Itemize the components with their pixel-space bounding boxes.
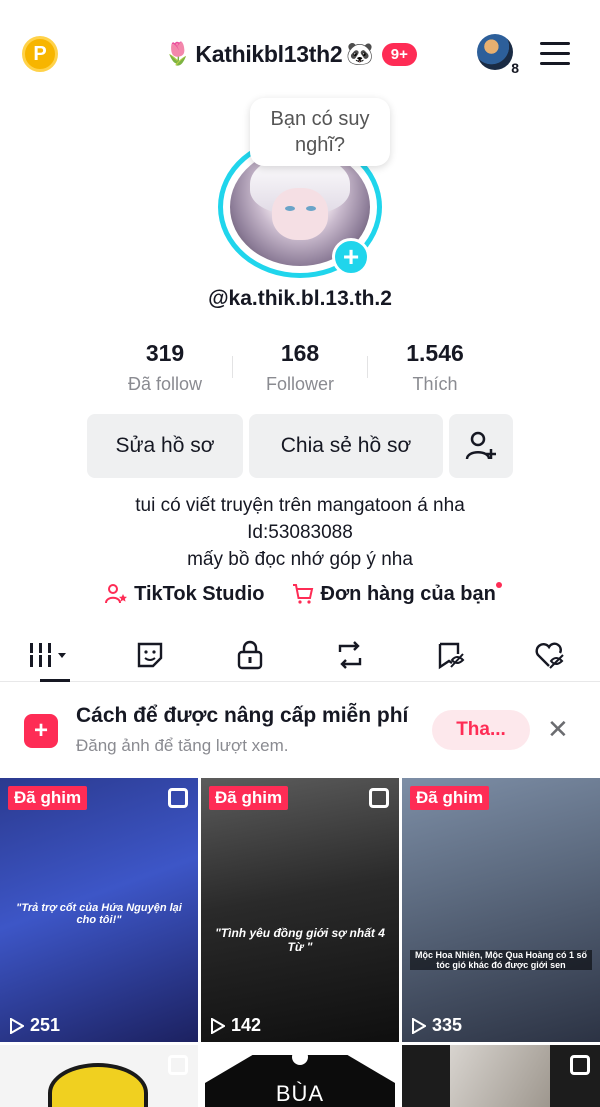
add-story-button[interactable]: + — [332, 238, 370, 276]
add-user-icon — [465, 431, 496, 460]
view-count-value: 335 — [432, 1015, 463, 1035]
profile-links: TikTok Studio Đơn hàng của bạn — [0, 582, 600, 606]
tulip-emoji: 🌷 — [164, 41, 192, 66]
account-username: Kathikbl13th2 — [195, 40, 343, 67]
liked-hidden-icon — [535, 642, 564, 669]
video-thumbnail[interactable] — [402, 1045, 600, 1107]
followers-count: 168 — [280, 340, 320, 366]
orders-dot — [495, 582, 502, 588]
banner-title: Cách để được nâng cấp miễn phí — [76, 704, 409, 727]
friends-count: 8 — [511, 60, 519, 76]
bio-line: tui có viết truyện trên mangatoon á nha — [135, 495, 465, 516]
banner-subtitle: Đăng ảnh để tăng lượt xem. — [76, 736, 289, 755]
profile-handle: @ka.thik.bl.13.th.2 — [208, 287, 392, 310]
following-count: 319 — [145, 340, 185, 366]
cart-icon — [292, 584, 313, 604]
video-thumbnail[interactable]: BÙA — [201, 1045, 399, 1107]
top-bar: P 🌷 Kathikbl13th2 🐼 9+ 8 — [0, 28, 600, 80]
tab-stickers[interactable] — [100, 628, 200, 681]
view-count: 251 — [10, 1015, 60, 1036]
tiktok-studio-label: TikTok Studio — [134, 582, 265, 605]
likes-stat[interactable]: 1.546 Thích — [368, 340, 502, 400]
notification-badge: 9+ — [381, 42, 417, 66]
share-profile-button[interactable]: Chia sẻ hồ sơ — [249, 414, 443, 478]
coin-icon[interactable]: P — [22, 36, 58, 72]
multi-photo-icon — [168, 788, 188, 808]
panda-emoji: 🐼 — [346, 41, 374, 66]
followers-stat[interactable]: 168 Follower — [233, 340, 367, 400]
pinned-badge: Đã ghim — [8, 786, 88, 810]
tab-liked[interactable] — [500, 628, 600, 681]
video-thumbnail[interactable] — [0, 1045, 198, 1107]
pinned-badge: Đã ghim — [209, 786, 289, 810]
likes-count: 1.546 — [406, 340, 464, 366]
profile-bio: tui có viết truyện trên mangatoon á nha … — [0, 492, 600, 573]
add-photo-icon: + — [24, 714, 58, 748]
tab-private[interactable] — [200, 628, 300, 681]
video-thumbnail[interactable]: Đã ghim "Trả trợ cốt của Hứa Nguyện lại … — [0, 778, 198, 1042]
pinned-badge: Đã ghim — [410, 786, 490, 810]
following-label: Đã follow — [127, 374, 203, 394]
grid-icon — [30, 642, 66, 667]
thought-bubble[interactable]: Bạn có suy nghĩ? — [250, 98, 390, 166]
close-icon[interactable]: ✕ — [547, 716, 569, 742]
view-count: 335 — [412, 1015, 462, 1036]
following-stat[interactable]: 319 Đã follow — [98, 340, 232, 400]
video-caption: Mộc Hoa Nhiên, Mộc Qua Hoàng có 1 số tóc… — [410, 950, 592, 970]
play-icon — [412, 1017, 426, 1034]
bio-line: mấy bồ đọc nhớ góp ý nha — [187, 549, 413, 570]
content-tabs — [0, 628, 600, 682]
view-count: 142 — [211, 1015, 261, 1036]
orders-link[interactable]: Đơn hàng của bạn — [291, 582, 502, 606]
video-thumbnail[interactable]: Đã ghim "Tình yêu đồng giới sợ nhất 4 Từ… — [201, 778, 399, 1042]
bio-line: Id:53083088 — [247, 522, 353, 543]
account-switcher[interactable]: 🌷 Kathikbl13th2 🐼 9+ — [164, 38, 417, 70]
play-icon — [211, 1017, 225, 1034]
lock-icon — [237, 640, 263, 669]
tab-favorites[interactable] — [400, 628, 500, 681]
repost-icon — [338, 640, 362, 669]
studio-person-icon — [105, 584, 128, 604]
video-caption: "Tình yêu đồng giới sợ nhất 4 Từ " — [215, 926, 385, 954]
upgrade-banner: + Cách để được nâng cấp miễn phí Đăng ản… — [0, 688, 600, 772]
tab-reposts[interactable] — [300, 628, 400, 681]
edit-profile-button[interactable]: Sửa hồ sơ — [87, 414, 243, 478]
menu-icon[interactable] — [540, 42, 570, 66]
favorites-hidden-icon — [438, 642, 465, 669]
add-friend-button[interactable] — [449, 414, 513, 478]
video-thumbnail[interactable]: Đã ghim Mộc Hoa Nhiên, Mộc Qua Hoàng có … — [402, 778, 600, 1042]
orders-label: Đơn hàng của bạn — [320, 582, 496, 605]
friends-avatar[interactable]: 8 — [477, 34, 519, 76]
tab-videos[interactable] — [0, 628, 100, 682]
view-count-value: 251 — [30, 1015, 61, 1035]
sticker-icon — [137, 642, 163, 667]
multi-photo-icon — [369, 788, 389, 808]
multi-photo-icon — [570, 1055, 590, 1075]
play-icon — [10, 1017, 24, 1034]
banner-action-button[interactable]: Tha... — [432, 710, 530, 750]
profile-stats: 319 Đã follow 168 Follower 1.546 Thích — [98, 340, 502, 400]
view-count-value: 142 — [231, 1015, 262, 1035]
likes-label: Thích — [412, 374, 458, 394]
multi-photo-icon — [168, 1055, 188, 1075]
followers-label: Follower — [265, 374, 335, 394]
video-caption: "Trả trợ cốt của Hứa Nguyện lại cho tôi!… — [16, 902, 182, 926]
thumbnail-text: BÙA — [275, 1081, 325, 1106]
tiktok-studio-link[interactable]: TikTok Studio — [104, 582, 265, 606]
